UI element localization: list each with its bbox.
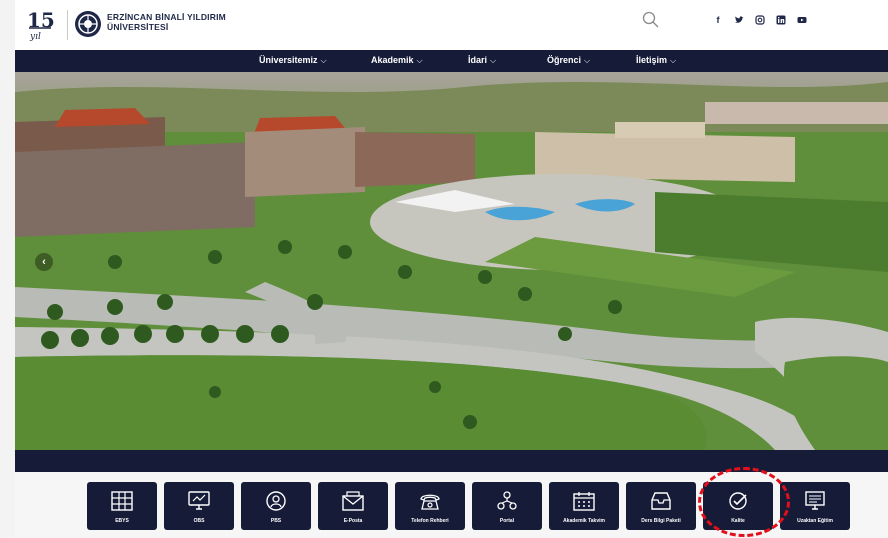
quick-link-uzaktan-egitim[interactable]: Uzaktan Eğitim [780,482,850,530]
social-links: f [713,15,807,25]
chevron-down-icon: ⌵ [584,56,591,65]
quick-link-label: E-Posta [343,518,363,524]
quick-link-label: PBS [270,518,282,524]
nav-item-universitemiz[interactable]: Üniversitemiz ⌵ [259,55,327,66]
youtube-icon[interactable] [797,15,807,25]
quick-link-ders-bilgi-paketi[interactable]: Ders Bilgi Paketi [626,482,696,530]
inbox-icon [651,492,671,510]
website-frame: 15 yıl ERZİNCAN BİNALİ YILDIRIM ÜNİVERSİ… [15,0,888,538]
quick-link-telefon-rehberi[interactable]: Telefon Rehberi [395,482,465,530]
nav-item-ogrenci[interactable]: Öğrenci ⌵ [547,55,590,66]
campus-aerial-photo [15,72,888,450]
quick-link-label: OBS [193,518,205,524]
anniversary-logo[interactable]: 15 yıl [27,9,63,41]
monitor-icon [188,491,210,510]
quick-link-obs[interactable]: OBS [164,482,234,530]
chevron-down-icon: ⌵ [490,56,497,65]
network-icon [497,491,517,510]
linkedin-icon[interactable] [776,15,786,25]
telephone-icon [420,494,440,510]
nav-item-akademik[interactable]: Akademik ⌵ [371,55,423,66]
quick-link-label: Ders Bilgi Paketi [641,518,681,524]
calendar-icon [573,492,595,511]
quick-link-pbs[interactable]: PBS [241,482,311,530]
svg-text:yıl: yıl [29,32,41,41]
highlight-annotation-circle [698,467,790,537]
university-name-line2: ÜNİVERSİTESİ [107,22,169,32]
chevron-down-icon: ⌵ [416,56,423,65]
grid-stack-icon [111,491,133,511]
quick-link-label: Akademik Takvim [563,518,605,524]
main-navigation: Üniversitemiz ⌵ Akademik ⌵ İdari ⌵ Öğrenci ⌵… [15,50,888,72]
university-name-line1: ERZİNCAN BİNALİ YILDIRIM [107,12,226,22]
quick-link-label: Portal [499,518,515,524]
distance-monitor-icon [805,491,825,510]
logo-divider [67,10,68,40]
envelope-icon [342,491,364,511]
chevron-down-icon: ⌵ [670,56,677,65]
instagram-icon[interactable] [755,15,765,25]
university-name[interactable]: ERZİNCAN BİNALİ YILDIRIM ÜNİVERSİTESİ [107,12,226,32]
quick-link-e-posta[interactable]: E-Posta [318,482,388,530]
hero-slider[interactable]: ‹ [15,72,888,450]
quick-link-portal[interactable]: Portal [472,482,542,530]
quick-link-label: Telefon Rehberi [411,518,449,524]
site-header: 15 yıl ERZİNCAN BİNALİ YILDIRIM ÜNİVERSİ… [15,0,888,50]
quick-link-label: Uzaktan Eğitim [797,518,833,524]
user-badge-icon [266,491,286,511]
university-seal-icon[interactable] [75,11,101,37]
quick-link-akademik-takvim[interactable]: Akademik Takvim [549,482,619,530]
twitter-icon[interactable] [734,15,744,25]
search-icon[interactable] [641,10,661,30]
nav-item-iletisim[interactable]: İletişim ⌵ [636,55,676,66]
facebook-icon[interactable]: f [713,15,723,25]
left-page-shade [0,0,15,538]
quick-link-label: EBYS [115,518,129,524]
chevron-down-icon: ⌵ [320,56,327,65]
slider-prev-arrow[interactable]: ‹ [35,253,53,271]
nav-item-idari[interactable]: İdari ⌵ [468,55,496,66]
quick-link-ebys[interactable]: EBYS [87,482,157,530]
